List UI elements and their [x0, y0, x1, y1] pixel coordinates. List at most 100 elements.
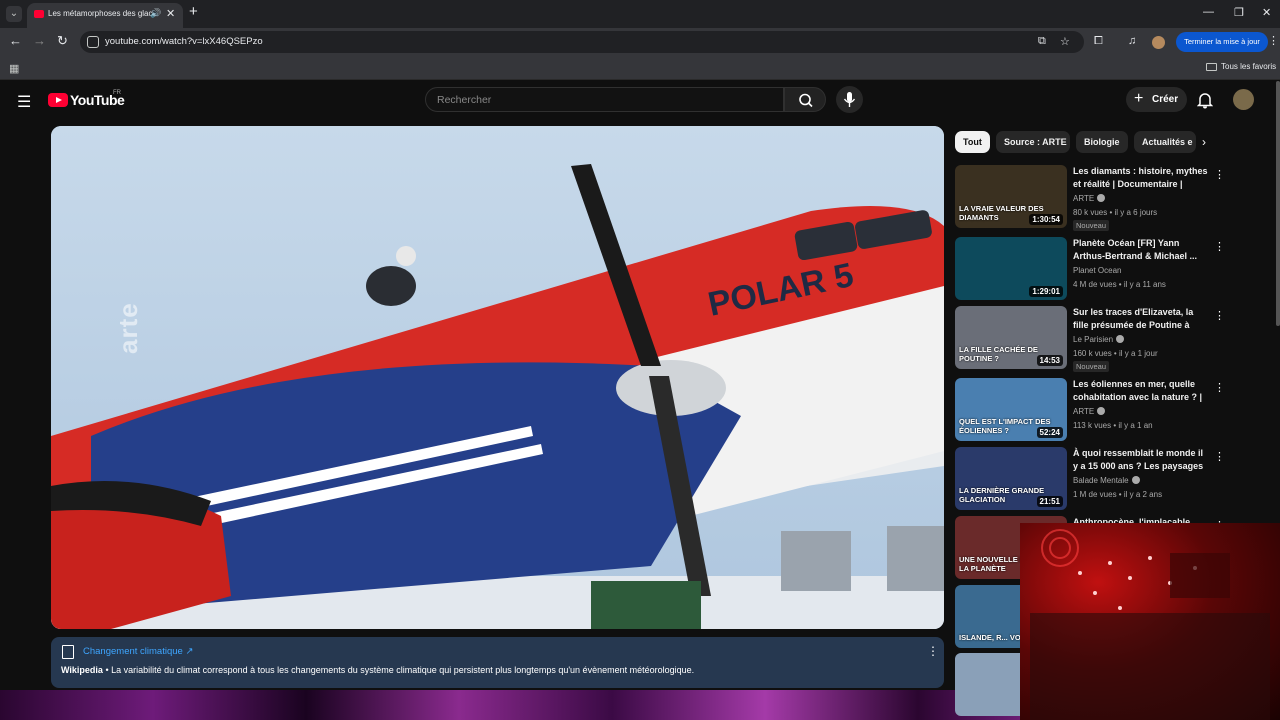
browser-menu-icon[interactable]: ⋮	[1268, 34, 1279, 47]
video-menu-icon[interactable]: ⋮	[1214, 450, 1225, 463]
verified-icon	[1097, 407, 1106, 415]
video-title[interactable]: Sur les traces d'Elizaveta, la fille pré…	[1073, 306, 1209, 333]
channel-name[interactable]: Le Parisien	[1073, 335, 1125, 344]
update-button[interactable]: Terminer la mise à jour	[1176, 32, 1268, 52]
channel-label[interactable]: ARTE	[1073, 407, 1094, 416]
channel-name[interactable]: ARTE	[1073, 194, 1106, 203]
new-badge: Nouveau	[1073, 361, 1110, 372]
related-video-item[interactable]: 1:29:01 Planète Océan [FR] Yann Arthus-Be…	[955, 237, 1225, 301]
video-frame: POLAR 5	[51, 126, 944, 629]
maximize-button[interactable]: ❐	[1234, 6, 1244, 19]
video-menu-icon[interactable]: ⋮	[1214, 168, 1225, 181]
create-button[interactable]: + Créer	[1126, 87, 1187, 112]
info-panel-text: Wikipedia • La variabilité du climat cor…	[61, 665, 694, 675]
chip-source-arte[interactable]: Source : ARTE	[996, 131, 1070, 153]
all-favorites-link[interactable]: Tous les favoris	[1221, 62, 1276, 71]
notifications-bell-icon[interactable]	[1196, 91, 1214, 114]
audio-playing-icon[interactable]: 🔊	[150, 8, 161, 19]
related-video-item[interactable]: La vraie valeur des diamants 1:30:54 Les d…	[955, 165, 1225, 231]
channel-label[interactable]: Balade Mentale	[1073, 476, 1129, 485]
chevron-right-icon[interactable]: ›	[1202, 135, 1206, 149]
video-menu-icon[interactable]: ⋮	[1214, 381, 1225, 394]
chip-news[interactable]: Actualités e	[1134, 131, 1196, 153]
apps-grid-icon[interactable]: ▦	[9, 62, 19, 75]
plus-icon: +	[1134, 90, 1144, 107]
bookmark-star-icon[interactable]: ☆	[1060, 35, 1070, 48]
video-thumbnail[interactable]: La fille cachée de Poutine ? 14:53	[955, 306, 1067, 369]
video-menu-icon[interactable]: ⋮	[1214, 309, 1225, 322]
tab-search-button[interactable]: ⌄	[6, 6, 22, 22]
info-panel-menu-icon[interactable]: ⋮	[927, 644, 939, 658]
chip-biology[interactable]: Biologie	[1076, 131, 1128, 153]
search-icon	[799, 93, 813, 108]
url-text[interactable]: youtube.com/watch?v=lxX46QSEPzo	[105, 36, 263, 47]
close-tab-icon[interactable]: ✕	[166, 7, 175, 20]
browser-tab-bar: ⌄ Les métamorphoses des glaciers 🔊 ✕ + —…	[0, 0, 1280, 28]
related-video-item[interactable]: La fille cachée de Poutine ? 14:53 Sur les…	[955, 306, 1225, 372]
media-controls-icon[interactable]: ♫	[1128, 35, 1136, 47]
browser-toolbar: ← → ↻ youtube.com/watch?v=lxX46QSEPzo ⧉ …	[0, 28, 1280, 56]
microphone-icon	[843, 92, 856, 107]
site-info-icon[interactable]	[87, 36, 99, 48]
voice-search-button[interactable]	[836, 86, 863, 113]
video-thumbnail[interactable]: La dernière grande glaciation 21:51	[955, 447, 1067, 510]
info-panel: Changement climatique ↗ Wikipedia • La v…	[51, 637, 944, 688]
duration-badge: 21:51	[1036, 496, 1063, 507]
info-source: Wikipedia	[61, 665, 103, 675]
video-player[interactable]: POLAR 5 arte	[51, 126, 944, 629]
video-thumbnail[interactable]: Quel est l'impact des éoliennes ? 52:24	[955, 378, 1067, 441]
video-title[interactable]: Planète Océan [FR] Yann Arthus-Bertrand …	[1073, 237, 1209, 263]
new-tab-button[interactable]: +	[189, 4, 198, 20]
duration-badge: 52:24	[1036, 427, 1063, 438]
install-app-icon[interactable]: ⧉	[1038, 35, 1046, 48]
folder-icon	[1206, 63, 1217, 71]
arte-watermark: arte	[113, 302, 143, 354]
channel-label[interactable]: ARTE	[1073, 194, 1094, 203]
create-label: Créer	[1152, 94, 1179, 105]
filter-chips: Tout Source : ARTE Biologie Actualités e	[955, 131, 1223, 153]
close-window-button[interactable]: ✕	[1262, 6, 1271, 19]
account-avatar[interactable]	[1233, 89, 1254, 110]
bookmarks-bar: ▦ Tous les favoris	[0, 56, 1280, 80]
background-strip	[0, 690, 1020, 720]
search-button[interactable]	[784, 87, 826, 112]
video-meta: 80 k vues • il y a 6 jours	[1073, 208, 1158, 217]
forward-button[interactable]: →	[33, 34, 46, 48]
profile-avatar[interactable]	[1152, 36, 1165, 49]
reload-button[interactable]: ↻	[57, 34, 68, 48]
minimize-button[interactable]: —	[1203, 6, 1214, 18]
browser-tab[interactable]: Les métamorphoses des glaciers 🔊 ✕	[27, 3, 183, 28]
channel-name[interactable]: Balade Mentale	[1073, 476, 1140, 485]
video-thumbnail[interactable]: 1:29:01	[955, 237, 1067, 300]
new-badge: Nouveau	[1073, 220, 1110, 231]
video-menu-icon[interactable]: ⋮	[1214, 240, 1225, 253]
page-scrollbar[interactable]	[1276, 81, 1280, 326]
channel-label[interactable]: Le Parisien	[1073, 335, 1113, 344]
video-title[interactable]: À quoi ressemblait le monde il y a 15 00…	[1073, 447, 1209, 474]
hamburger-menu-icon[interactable]: ☰	[17, 92, 31, 112]
verified-icon	[1116, 335, 1125, 343]
region-label: FR	[113, 90, 121, 96]
video-meta: 113 k vues • il y a 1 an	[1073, 421, 1153, 430]
video-title[interactable]: Les éoliennes en mer, quelle cohabitatio…	[1073, 378, 1209, 405]
address-bar[interactable]: youtube.com/watch?v=lxX46QSEPzo ⧉ ☆	[80, 31, 1084, 53]
channel-name[interactable]: ARTE	[1073, 407, 1106, 416]
chip-all[interactable]: Tout	[955, 131, 990, 153]
related-video-item[interactable]: La dernière grande glaciation 21:51 À quoi…	[955, 447, 1225, 511]
related-video-item[interactable]: Quel est l'impact des éoliennes ? 52:24 Le…	[955, 378, 1225, 442]
webcam-image	[1030, 529, 1270, 720]
search-input[interactable]: Rechercher	[425, 87, 784, 112]
info-description: • La variabilité du climat correspond à …	[102, 665, 695, 675]
channel-name[interactable]: Planet Ocean	[1073, 266, 1121, 275]
youtube-logo-icon[interactable]	[48, 93, 68, 107]
duration-badge: 1:29:01	[1029, 286, 1063, 297]
extensions-icon[interactable]: ⧠	[1094, 35, 1103, 48]
video-thumbnail[interactable]: La vraie valeur des diamants 1:30:54	[955, 165, 1067, 228]
channel-label[interactable]: Planet Ocean	[1073, 266, 1121, 275]
info-panel-link[interactable]: Changement climatique ↗	[83, 646, 193, 657]
search-placeholder: Rechercher	[437, 94, 492, 106]
duration-badge: 1:30:54	[1029, 214, 1063, 225]
webcam-overlay	[1020, 523, 1280, 720]
video-title[interactable]: Les diamants : histoire, mythes et réali…	[1073, 165, 1209, 192]
back-button[interactable]: ←	[9, 34, 22, 48]
